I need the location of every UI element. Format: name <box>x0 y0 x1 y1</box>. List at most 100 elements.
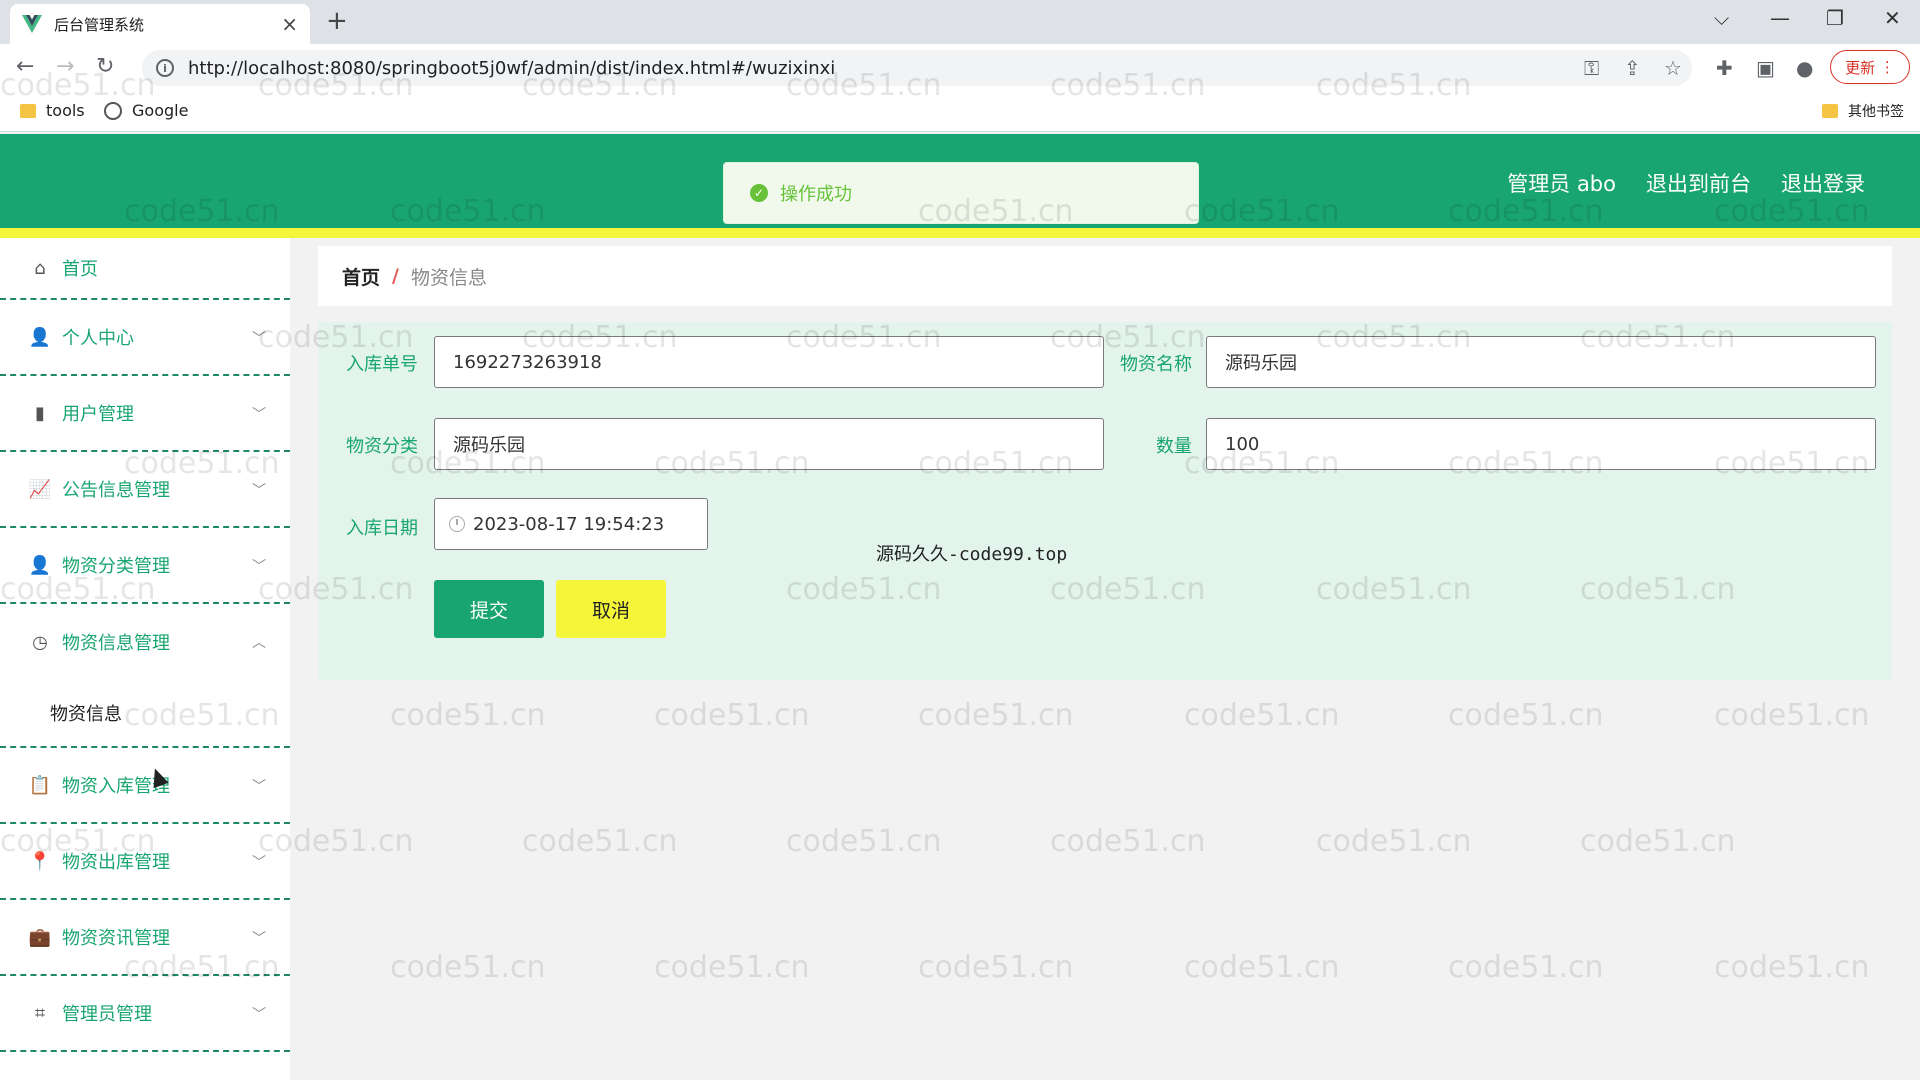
bookmark-tools[interactable]: tools <box>20 101 85 120</box>
folder-icon <box>1822 104 1838 118</box>
share-icon[interactable]: ⇪ <box>1624 56 1641 80</box>
folder-icon <box>20 103 36 118</box>
date-value: 2023-08-17 19:54:23 <box>473 513 665 535</box>
category-input[interactable]: 源码乐园 <box>434 418 1104 470</box>
sidebar-item-label: 用户管理 <box>62 404 134 425</box>
other-bookmarks[interactable]: 其他书签 <box>1822 101 1904 121</box>
sidebar-subitem-materials[interactable]: 物资信息 <box>0 680 290 748</box>
star-icon[interactable]: ☆ <box>1664 56 1682 80</box>
minimize-icon[interactable]: — <box>1770 6 1790 30</box>
bookmark-label: tools <box>46 101 85 120</box>
close-window-icon[interactable]: ✕ <box>1884 6 1901 30</box>
watermark: code51.cn <box>918 950 1074 985</box>
clipboard-icon: 📋 <box>28 774 52 796</box>
sidebar-item-label: 物资资讯管理 <box>62 928 170 949</box>
extensions-icon[interactable]: ✚ <box>1716 56 1733 80</box>
name-input[interactable]: 源码乐园 <box>1206 336 1876 388</box>
browser-addressbar: ← → ↻ i http://localhost:8080/springboot… <box>0 44 1920 92</box>
order-no-label: 入库单号 <box>346 354 418 375</box>
name-value: 源码乐园 <box>1225 353 1297 374</box>
sidebar-item-notices[interactable]: 📈 公告信息管理 ﹀ <box>0 452 290 528</box>
browser-tabstrip: 后台管理系统 × + ⌵ — ❐ ✕ <box>0 0 1920 44</box>
profile-icon[interactable]: ● <box>1796 56 1813 80</box>
update-button[interactable]: 更新 ⋮ <box>1830 50 1910 84</box>
check-icon: ✓ <box>750 184 768 202</box>
sidebar-item-label: 管理员管理 <box>62 1004 152 1025</box>
site-info-icon[interactable]: i <box>156 59 174 77</box>
tab-search-icon[interactable]: ⌵ <box>1714 6 1729 30</box>
sidebar-item-outbound[interactable]: 📍 物资出库管理 ﹀ <box>0 824 290 900</box>
person-icon: 👤 <box>28 554 52 576</box>
sidebar: ⌂ 首页 👤 个人中心 ﹀ ▮ 用户管理 ﹀ 📈 公告信息管理 ﹀ 👤 物资分类… <box>0 238 290 1080</box>
qty-label: 数量 <box>1156 436 1192 457</box>
breadcrumb-current: 物资信息 <box>410 266 487 289</box>
submit-button[interactable]: 提交 <box>434 580 544 638</box>
update-label: 更新 <box>1845 58 1876 77</box>
sidebar-item-inbound[interactable]: 📋 物资入库管理 ﹀ <box>0 748 290 824</box>
header-stripe <box>0 228 1920 238</box>
watermark: code51.cn <box>1316 824 1472 859</box>
chevron-down-icon: ﹀ <box>252 331 266 347</box>
browser-tab-title: 后台管理系统 <box>54 15 145 34</box>
key-icon[interactable]: ⚿ <box>1584 56 1599 80</box>
header-links: 管理员 abo 退出到前台 退出登录 <box>1507 168 1865 198</box>
bookmark-google[interactable]: Google <box>104 101 188 120</box>
chevron-up-icon: ︿ <box>252 635 266 651</box>
sidebar-item-materials[interactable]: ◷ 物资信息管理 ︿ <box>0 604 290 680</box>
date-label: 入库日期 <box>346 518 418 539</box>
sidebar-item-label: 公告信息管理 <box>62 480 170 501</box>
tab-close-icon[interactable]: × <box>281 12 298 36</box>
bookmarks-bar: tools Google 其他书签 <box>0 92 1920 132</box>
sidebar-item-profile[interactable]: 👤 个人中心 ﹀ <box>0 300 290 376</box>
watermark: code51.cn <box>1050 824 1206 859</box>
watermark: code51.cn <box>1448 950 1604 985</box>
cancel-button[interactable]: 取消 <box>556 580 666 638</box>
order-no-value: 1692273263918 <box>453 351 602 373</box>
name-label: 物资名称 <box>1120 354 1192 375</box>
watermark: code51.cn <box>1714 698 1870 733</box>
sidebar-item-home[interactable]: ⌂ 首页 <box>0 238 290 300</box>
to-front-link[interactable]: 退出到前台 <box>1646 168 1751 198</box>
breadcrumb-separator: / <box>392 265 399 287</box>
home-icon: ⌂ <box>34 257 46 279</box>
bookmark-label: Google <box>132 101 189 120</box>
sidebar-item-label: 物资分类管理 <box>62 556 170 577</box>
sidebar-item-label: 个人中心 <box>62 328 134 349</box>
browser-tab[interactable]: 后台管理系统 × <box>10 4 310 44</box>
sidebar-item-categories[interactable]: 👤 物资分类管理 ﹀ <box>0 528 290 604</box>
pin-icon: 📍 <box>28 850 52 872</box>
briefcase-icon: 💼 <box>28 926 52 948</box>
watermark: code51.cn <box>918 698 1074 733</box>
sidebar-item-label: 物资信息管理 <box>62 633 170 654</box>
success-toast: ✓ 操作成功 <box>723 162 1199 224</box>
clock-icon <box>449 516 465 532</box>
side-panel-icon[interactable]: ▣ <box>1756 56 1775 80</box>
new-tab-icon[interactable]: + <box>326 6 348 36</box>
logout-link[interactable]: 退出登录 <box>1781 168 1865 198</box>
watermark: code51.cn <box>1580 824 1736 859</box>
reload-icon[interactable]: ↻ <box>96 54 114 79</box>
date-picker[interactable]: 2023-08-17 19:54:23 <box>434 498 708 550</box>
watermark: code51.cn <box>1184 950 1340 985</box>
breadcrumb-home[interactable]: 首页 <box>342 263 380 290</box>
qty-input[interactable]: 100 <box>1206 418 1876 470</box>
toast-message: 操作成功 <box>780 184 852 205</box>
restore-icon[interactable]: ❐ <box>1826 6 1844 30</box>
app-root: { "browser": { "tab_title": "后台管理系统", "t… <box>0 0 1920 1080</box>
back-icon[interactable]: ← <box>16 54 34 79</box>
chevron-down-icon: ﹀ <box>252 1007 266 1023</box>
order-no-input[interactable]: 1692273263918 <box>434 336 1104 388</box>
url-field[interactable]: i http://localhost:8080/springboot5j0wf/… <box>142 50 1692 86</box>
watermark: code51.cn <box>522 824 678 859</box>
forward-icon[interactable]: → <box>56 54 74 79</box>
chevron-down-icon: ﹀ <box>252 407 266 423</box>
vue-logo-icon <box>22 15 42 33</box>
sidebar-item-users[interactable]: ▮ 用户管理 ﹀ <box>0 376 290 452</box>
watermark: code51.cn <box>1448 698 1604 733</box>
sidebar-item-admins[interactable]: ⌗ 管理员管理 ﹀ <box>0 976 290 1052</box>
clock-icon: ◷ <box>32 631 48 653</box>
users-icon: ▮ <box>35 402 45 424</box>
watermark: code51.cn <box>1714 950 1870 985</box>
chevron-down-icon: ﹀ <box>252 855 266 871</box>
sidebar-item-news[interactable]: 💼 物资资讯管理 ﹀ <box>0 900 290 976</box>
